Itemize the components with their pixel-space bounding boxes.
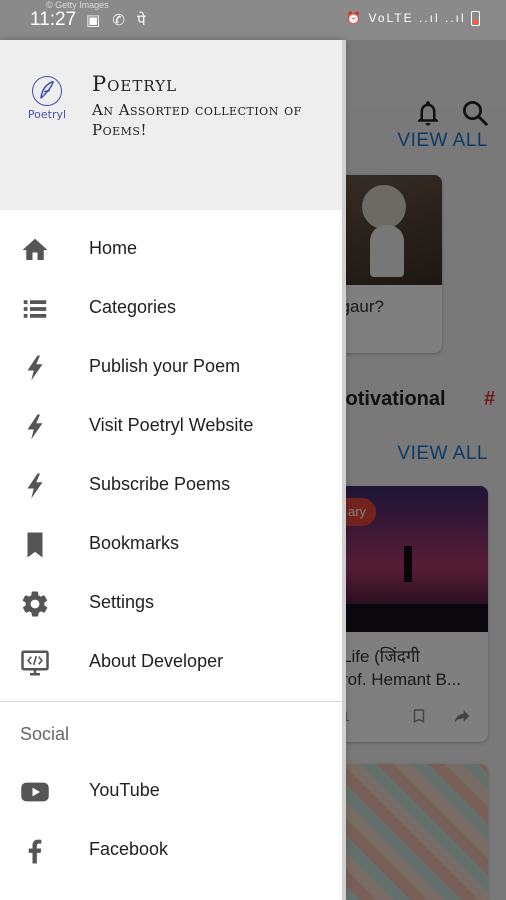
social-section-label: Social (20, 724, 70, 744)
app-logo: Poetryl (22, 76, 72, 126)
menu-label: Bookmarks (89, 533, 180, 553)
notification-icons: ▣ ✆ पे (86, 12, 150, 29)
menu-label: About Developer (89, 651, 224, 671)
section-divider (0, 701, 342, 702)
bolt-icon (27, 355, 43, 381)
logo-text: Poetryl (27, 108, 67, 121)
menu-label: YouTube (89, 780, 160, 800)
facebook-icon (28, 839, 42, 864)
menu-item-bookmarks[interactable]: Bookmarks (0, 515, 342, 574)
monitor-code-icon (21, 650, 49, 676)
status-time: 11:27 (30, 9, 77, 30)
youtube-icon (21, 782, 49, 802)
home-icon (22, 238, 48, 260)
menu-label: Visit Poetryl Website (89, 415, 254, 435)
bolt-icon (27, 414, 43, 440)
menu-item-about-developer[interactable]: About Developer (0, 633, 342, 692)
menu-item-facebook[interactable]: Facebook (0, 821, 342, 880)
status-bar: © Getty Images 11:27 ▣ ✆ पे ⏰ VoLTE ..ıl… (0, 0, 506, 40)
menu-label: Facebook (89, 839, 169, 859)
menu-label: Home (89, 238, 138, 258)
menu-item-home[interactable]: Home (0, 220, 342, 279)
drawer-edge (342, 40, 346, 900)
menu-label: Publish your Poem (89, 356, 241, 376)
system-icons: ⏰ VoLTE ..ıl ..ıl (346, 11, 480, 27)
menu-item-publish[interactable]: Publish your Poem (0, 338, 342, 397)
list-icon (23, 300, 47, 318)
app-title: Poetryl (92, 72, 178, 96)
menu-item-subscribe[interactable]: Subscribe Poems (0, 456, 342, 515)
bookmark-icon (27, 532, 43, 558)
menu-label: Subscribe Poems (89, 474, 231, 494)
bolt-icon (27, 473, 43, 499)
menu-item-categories[interactable]: Categories (0, 279, 342, 338)
battery-icon (471, 11, 480, 27)
menu-item-visit-website[interactable]: Visit Poetryl Website (0, 397, 342, 456)
gear-icon (22, 591, 48, 617)
menu-item-youtube[interactable]: YouTube (0, 762, 342, 821)
drawer-header: Poetryl Poetryl An Assorted collection o… (0, 40, 342, 210)
menu-item-settings[interactable]: Settings (0, 574, 342, 633)
menu-label: Settings (89, 592, 155, 612)
menu-label: Categories (89, 297, 177, 317)
quill-icon (32, 76, 62, 106)
navigation-drawer: Poetryl Poetryl An Assorted collection o… (0, 40, 342, 900)
signal-icons: ⏰ VoLTE ..ıl ..ıl (346, 11, 466, 25)
app-subtitle: An Assorted collection of Poems! (92, 101, 302, 139)
